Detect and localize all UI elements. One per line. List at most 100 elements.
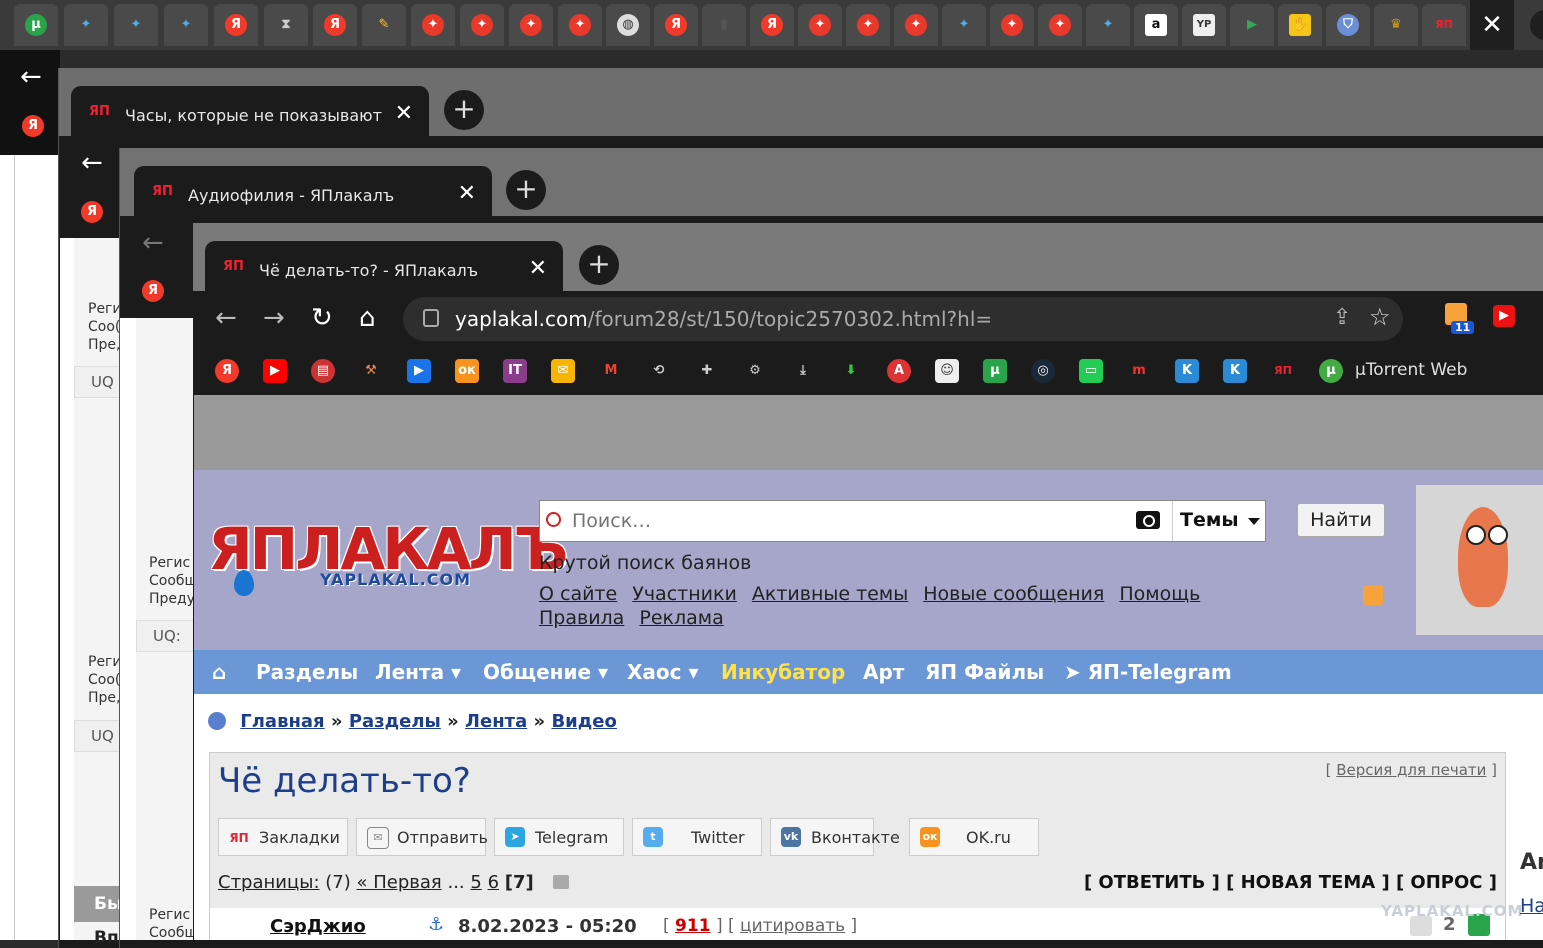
- bookmark-star-icon[interactable]: ☆: [1369, 303, 1391, 331]
- shield-icon[interactable]: ⛉: [1326, 4, 1370, 46]
- yp-icon[interactable]: YP: [1182, 4, 1226, 46]
- menu-sections[interactable]: Разделы: [256, 660, 358, 684]
- share-telegram-button[interactable]: ➤ Telegram: [494, 818, 624, 856]
- history-icon[interactable]: ⟲: [647, 359, 671, 383]
- menu-telegram[interactable]: ➤ ЯП-Telegram: [1064, 660, 1232, 684]
- star-icon[interactable]: ✦: [411, 4, 455, 46]
- new-tab-button[interactable]: +: [444, 90, 484, 130]
- bird-icon[interactable]: ✦: [164, 4, 208, 46]
- search-scope-select[interactable]: Темы: [1180, 509, 1239, 531]
- tab-audiophilia[interactable]: ЯП Аудиофилия - ЯПлакалъ ✕: [134, 166, 492, 218]
- share-ok-button[interactable]: ок OK.ru: [909, 818, 1039, 856]
- page-5[interactable]: 5: [470, 872, 481, 893]
- tab-active[interactable]: ЯП Чё делать-то? - ЯПлакалъ ✕: [205, 241, 563, 293]
- star-icon[interactable]: ✦: [558, 4, 602, 46]
- settings-icon[interactable]: ⚙: [743, 359, 767, 383]
- close-icon[interactable]: ✕: [458, 181, 476, 206]
- reload-icon[interactable]: ↻: [311, 303, 333, 333]
- link-members[interactable]: Участники: [632, 583, 737, 605]
- avatar-icon[interactable]: ☺: [935, 359, 959, 383]
- quote-link[interactable]: цитировать: [740, 916, 845, 936]
- star-icon[interactable]: ✦: [894, 4, 938, 46]
- play-icon[interactable]: ▶: [407, 359, 431, 383]
- post-author[interactable]: СэрДжио: [270, 916, 366, 937]
- crumb-home[interactable]: Главная: [240, 711, 324, 732]
- share-vk-button[interactable]: vk Вконтакте: [770, 818, 900, 856]
- back-arrow-icon[interactable]: ←: [20, 62, 42, 92]
- download-icon[interactable]: ⬇: [839, 359, 863, 383]
- pencil-icon[interactable]: ✎: [362, 4, 406, 46]
- search-input[interactable]: [570, 507, 1124, 535]
- downloads-icon[interactable]: ⤓: [791, 359, 815, 383]
- dropdown-icon[interactable]: [553, 875, 570, 889]
- torrent-icon[interactable]: µ: [983, 359, 1007, 383]
- back-arrow-icon[interactable]: ←: [81, 148, 103, 178]
- hand-icon[interactable]: ✋: [1278, 4, 1322, 46]
- globe-icon[interactable]: ◍: [606, 4, 650, 46]
- bird-icon[interactable]: ✦: [1086, 4, 1130, 46]
- camera-icon[interactable]: [1136, 511, 1160, 529]
- odnoklassniki-icon[interactable]: ок: [455, 359, 479, 383]
- rss-icon[interactable]: [1363, 585, 1383, 605]
- home-icon[interactable]: ⌂: [359, 303, 376, 333]
- yandex-icon[interactable]: Я: [654, 4, 698, 46]
- yandex-icon[interactable]: Я: [142, 280, 164, 302]
- close-icon[interactable]: ✕: [395, 101, 413, 126]
- star-icon[interactable]: ✦: [846, 4, 890, 46]
- menu-feed[interactable]: Лента ▾: [375, 660, 461, 684]
- screen-icon[interactable]: ▭: [1079, 359, 1103, 383]
- bird-icon[interactable]: ✦: [64, 4, 108, 46]
- link-rules[interactable]: Правила: [539, 607, 624, 629]
- menu-chaos[interactable]: Хаос ▾: [627, 660, 699, 684]
- pages-label[interactable]: Страницы:: [218, 872, 320, 893]
- link-ads[interactable]: Реклама: [639, 607, 723, 629]
- new-tab-button[interactable]: [1530, 10, 1543, 40]
- page-6[interactable]: 6: [488, 872, 499, 893]
- menu-social[interactable]: Общение ▾: [483, 660, 608, 684]
- link-help[interactable]: Помощь: [1119, 583, 1200, 605]
- yandex-icon[interactable]: Я: [22, 115, 44, 137]
- emblem-icon[interactable]: ♛: [1374, 4, 1418, 46]
- crumb-video[interactable]: Видео: [551, 711, 616, 732]
- back-arrow-icon[interactable]: ←: [215, 303, 237, 333]
- sidebar-link-fragment[interactable]: На: [1520, 895, 1543, 917]
- k-icon[interactable]: K: [1175, 359, 1199, 383]
- close-tab-button[interactable]: ✕: [1470, 0, 1514, 50]
- yandex-icon[interactable]: Я: [81, 201, 103, 223]
- tools-icon[interactable]: ⚒: [359, 359, 383, 383]
- star-icon[interactable]: ✦: [798, 4, 842, 46]
- it-icon[interactable]: IT: [503, 359, 527, 383]
- share-twitter-button[interactable]: t Twitter: [632, 818, 762, 856]
- crumb-sections[interactable]: Разделы: [349, 711, 441, 732]
- find-button[interactable]: Найти: [1297, 503, 1385, 537]
- page-first[interactable]: « Первая: [356, 872, 441, 893]
- rating-value[interactable]: 911: [675, 916, 711, 936]
- share-bookmarks-button[interactable]: ЯП Закладки: [218, 818, 348, 856]
- bird-icon[interactable]: ✦: [942, 4, 986, 46]
- yandex-icon[interactable]: Я: [750, 4, 794, 46]
- home-icon[interactable]: ⌂: [212, 660, 226, 684]
- yandex-icon[interactable]: Я: [215, 359, 239, 383]
- new-tab-button[interactable]: +: [579, 245, 619, 285]
- star-icon[interactable]: ✦: [990, 4, 1034, 46]
- link-active-topics[interactable]: Активные темы: [752, 583, 908, 605]
- hourglass-icon[interactable]: ⧗: [264, 4, 308, 46]
- address-bar[interactable]: yaplakal.com/forum28/st/150/topic2570302…: [403, 297, 1403, 341]
- anchor-icon[interactable]: ⚓: [428, 914, 444, 935]
- tab-clock[interactable]: ЯП Часы, которые не показывают в ✕: [71, 86, 429, 138]
- star-icon[interactable]: ✦: [1038, 4, 1082, 46]
- play-icon[interactable]: ▶: [1230, 4, 1274, 46]
- back-arrow-icon[interactable]: ←: [142, 228, 164, 258]
- extension-icon[interactable]: ▶: [1493, 305, 1515, 327]
- yandex-icon[interactable]: Я: [313, 4, 357, 46]
- torrent-icon[interactable]: µ: [14, 4, 58, 46]
- star-icon[interactable]: ✦: [509, 4, 553, 46]
- youtube-icon[interactable]: ▶: [263, 359, 287, 383]
- steam-icon[interactable]: ◎: [1031, 359, 1055, 383]
- link-new-messages[interactable]: Новые сообщения: [923, 583, 1104, 605]
- extensions-icon[interactable]: ✚: [695, 359, 719, 383]
- yandex-icon[interactable]: Я: [214, 4, 258, 46]
- share-send-button[interactable]: ✉ Отправить: [356, 818, 488, 856]
- print-version-link[interactable]: Версия для печати: [1336, 761, 1486, 779]
- utorrent-icon[interactable]: µ: [1319, 359, 1343, 383]
